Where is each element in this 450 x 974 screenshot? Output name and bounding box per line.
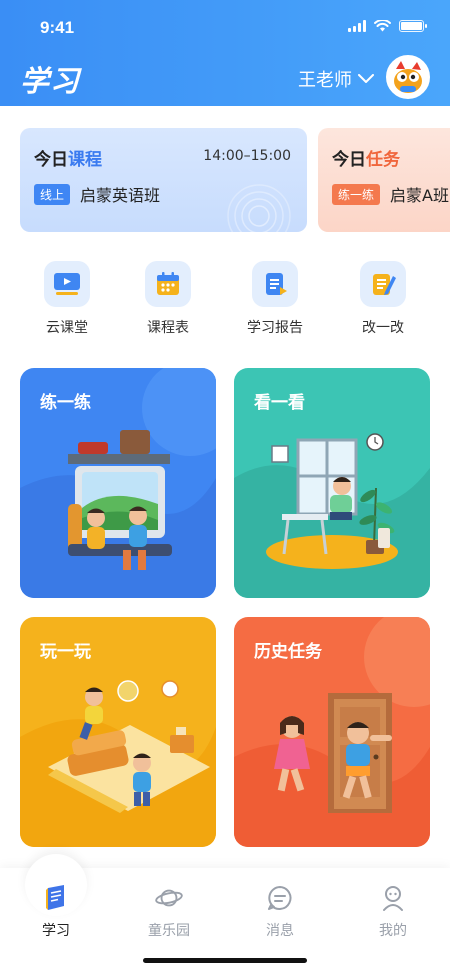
task-row: 练一练 启蒙A班 [332,182,449,206]
calendar-icon [145,261,191,307]
quick-label: 学习报告 [247,320,303,336]
tab-kids-park[interactable]: 童乐园 [124,884,214,940]
tab-label: 消息 [266,923,294,939]
play-card[interactable]: 玩一玩 [20,617,216,847]
status-icons [348,20,427,32]
card-title: 历史任务 [254,642,322,662]
battery-icon [399,20,427,32]
quick-schedule[interactable]: 课程表 [123,261,213,337]
course-type-badge: 线上 [34,183,71,205]
mascot-avatar-icon [388,57,428,97]
watch-card[interactable]: 看一看 [234,368,430,598]
course-time: 14:00–15:00 [203,148,291,164]
bottom-tab-bar: 学习 童乐园 消息 我的 [0,854,450,974]
tab-me[interactable]: 我的 [348,884,438,940]
course-name: 启蒙英语班 [80,186,161,205]
tab-label: 学习 [42,923,70,939]
avatar[interactable] [386,55,430,99]
today-task-card[interactable]: 今日任务 练一练 启蒙A班 [318,128,450,232]
planet-icon [155,884,183,912]
quick-label: 改一改 [362,320,404,336]
course-card-title: 今日课程 [34,150,102,170]
course-row: 线上 启蒙英语班 [34,182,160,206]
task-type-badge: 练一练 [332,183,381,205]
chevron-down-icon [358,74,374,83]
status-time: 9:41 [40,18,75,37]
study-icon [42,884,70,912]
card-title: 练一练 [40,393,91,413]
task-card-title: 今日任务 [332,150,400,170]
quick-label: 云课堂 [46,320,88,336]
history-tasks-card[interactable]: 历史任务 [234,617,430,847]
quick-correction[interactable]: 改一改 [338,261,428,337]
practice-card[interactable]: 练一练 [20,368,216,598]
tab-messages[interactable]: 消息 [235,884,325,940]
app-header: 9:41 学习 王老师 [0,0,450,106]
cloud-classroom-icon [44,261,90,307]
main-content: 今日课程 14:00–15:00 线上 启蒙英语班 今日任务 练一练 启蒙A班 … [0,106,450,868]
quick-label: 课程表 [147,320,189,336]
signal-icon [348,20,366,32]
quick-cloud-classroom[interactable]: 云课堂 [22,261,112,337]
wifi-icon [374,20,391,32]
quick-learning-report[interactable]: 学习报告 [230,261,320,337]
page-title: 学习 [20,64,81,98]
task-class-name: 启蒙A班 [390,186,449,205]
today-course-card[interactable]: 今日课程 14:00–15:00 线上 启蒙英语班 [20,128,307,232]
decorative-rings-icon [227,184,291,232]
message-icon [266,884,294,912]
tab-label: 我的 [379,923,407,939]
teacher-switcher[interactable]: 王老师 [298,66,374,92]
tab-label: 童乐园 [148,923,190,939]
tab-study[interactable]: 学习 [11,884,101,940]
profile-icon [379,884,407,912]
home-indicator [143,958,307,963]
card-title: 看一看 [254,393,305,413]
edit-notes-icon [360,261,406,307]
status-bar: 9:41 [0,0,450,54]
teacher-name: 王老师 [298,70,352,91]
card-title: 玩一玩 [40,642,91,662]
quick-actions: 云课堂 课程表 学习报告 改一改 [0,261,450,341]
report-icon [252,261,298,307]
